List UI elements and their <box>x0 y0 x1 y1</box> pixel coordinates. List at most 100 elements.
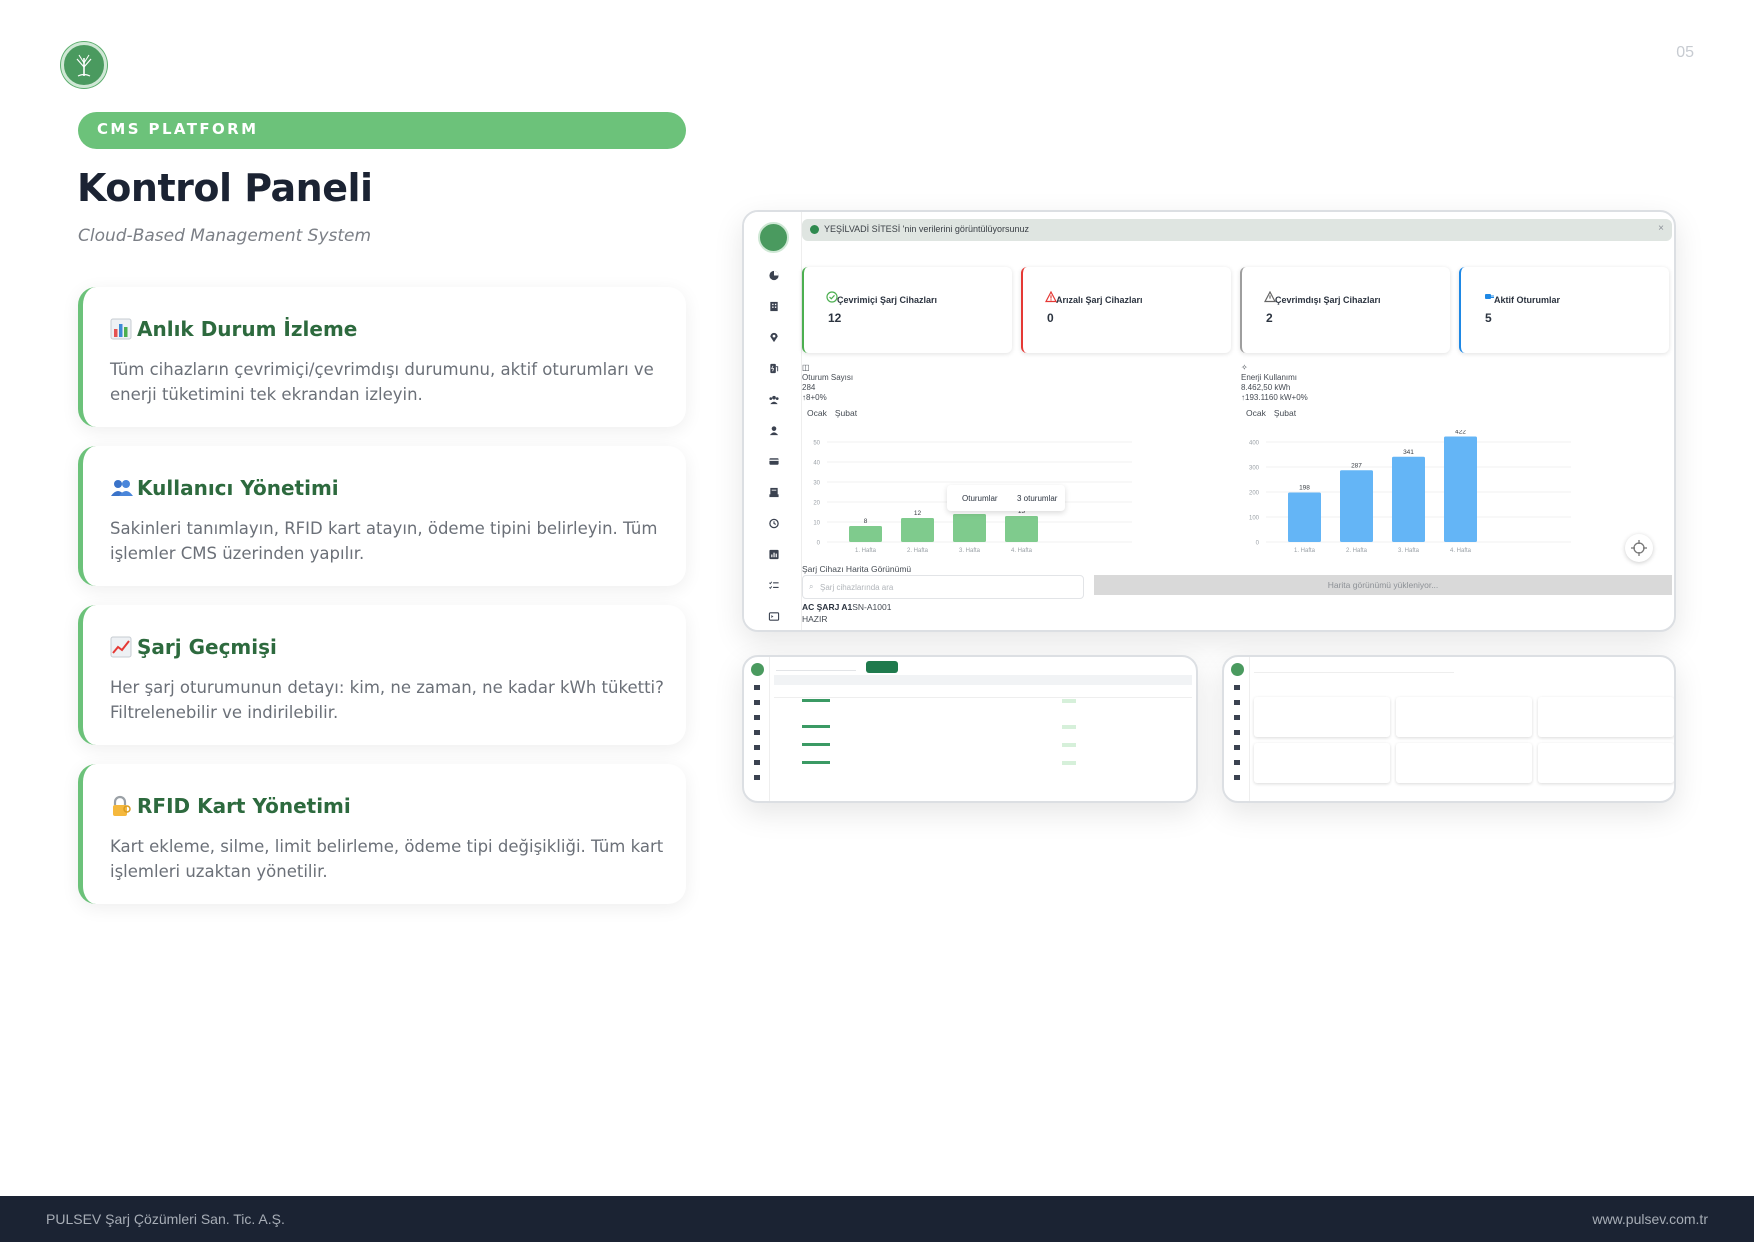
status-badge <box>1062 761 1076 765</box>
chart-tooltip: Oturumlar 3 oturumlar <box>947 485 1065 511</box>
feature-description: Kart ekleme, silme, limit belirleme, öde… <box>110 837 664 881</box>
map-search-input[interactable]: ⌕ Şarj cihazlarında ara <box>802 575 1084 599</box>
credit-card-icon[interactable] <box>768 456 780 467</box>
dashboard-sidebar <box>744 212 802 630</box>
energy-bar-chart: 0 100 200 300 400 198 1. Hafta 287 2. Hafta 341 3.… <box>1249 430 1571 554</box>
tooltip-value: 3 oturumlar <box>1017 494 1058 503</box>
map-section-title: Şarj Cihazı Harita Görünümü <box>802 564 912 574</box>
energy-summary: ✧ Enerji Kullanımı 8.462,50 kWh ↑193.116… <box>1241 363 1308 403</box>
add-user-button[interactable] <box>866 661 898 673</box>
bolt-icon: ✧ <box>1241 363 1248 372</box>
bar-value-label: 198 <box>1299 485 1310 492</box>
users-icon <box>110 477 133 499</box>
report-card[interactable] <box>1396 697 1532 737</box>
search-icon: ⌕ <box>809 582 814 591</box>
table-cell <box>802 699 830 702</box>
bar-value-label: 422 <box>1455 430 1466 436</box>
stat-card-online[interactable]: Çevrimiçi Şarj Cihazları 12 <box>802 267 1012 353</box>
bar[interactable] <box>1340 470 1373 542</box>
feature-title: Anlık Durum İzleme <box>137 317 358 341</box>
bar-value-label: 287 <box>1351 462 1362 469</box>
tab-subat[interactable]: Şubat <box>835 408 857 418</box>
station-serial: SN-A1001 <box>852 602 892 612</box>
report-card[interactable] <box>1396 743 1532 783</box>
stat-card-faulty[interactable]: Arızalı Şarj Cihazları 0 <box>1021 267 1231 353</box>
sessions-summary: ◫ Oturum Sayısı 284 ↑8+0% <box>802 363 853 403</box>
tab-ocak[interactable]: Ocak <box>807 408 827 418</box>
tooltip-label: Oturumlar <box>962 494 998 503</box>
stat-value: 0 <box>1047 311 1054 325</box>
charger-icon[interactable] <box>768 363 780 374</box>
receipt-icon[interactable] <box>768 487 780 498</box>
location-pin-icon[interactable] <box>768 332 780 343</box>
stat-value: 5 <box>1485 311 1492 325</box>
terminal-icon[interactable] <box>768 611 780 622</box>
feature-title: Kullanıcı Yönetimi <box>137 476 339 500</box>
sessions-change: 8+0% <box>806 393 827 402</box>
feature-title: Şarj Geçmişi <box>137 635 277 659</box>
nav-icon <box>754 745 760 750</box>
sessions-month-tabs: Ocak Şubat <box>807 408 865 418</box>
bar[interactable] <box>849 526 882 542</box>
y-tick-label: 50 <box>813 441 820 447</box>
analytics-icon[interactable] <box>768 549 780 560</box>
group-icon[interactable] <box>768 394 780 405</box>
website-link[interactable]: www.pulsev.com.tr <box>1592 1211 1708 1227</box>
building-icon[interactable] <box>768 301 780 312</box>
page-number: 05 <box>1676 44 1694 61</box>
close-icon[interactable]: × <box>1658 223 1664 234</box>
tab-ocak[interactable]: Ocak <box>1246 408 1266 418</box>
energy-value: 8.462,50 kWh <box>1241 383 1291 392</box>
stat-label: Arızalı Şarj Cihazları <box>1056 295 1143 305</box>
tree-icon <box>76 54 92 77</box>
company-name: PULSEV Şarj Çözümleri San. Tic. A.Ş. <box>46 1211 285 1227</box>
feature-description: Her şarj oturumunun detayı: kim, ne zama… <box>110 678 664 722</box>
y-tick-label: 10 <box>813 521 820 527</box>
bar[interactable] <box>1005 516 1038 542</box>
nav-icon <box>754 730 760 735</box>
report-tabs[interactable] <box>1254 661 1454 673</box>
station-row[interactable]: AC ŞARJ A1SN-A1001 <box>802 602 891 612</box>
bar[interactable] <box>953 514 986 542</box>
report-card[interactable] <box>1254 743 1390 783</box>
bar[interactable] <box>1392 456 1425 542</box>
locate-button[interactable] <box>1625 534 1653 562</box>
nav-icon <box>1234 715 1240 720</box>
y-tick-label: 20 <box>813 501 820 507</box>
report-card[interactable] <box>1254 697 1390 737</box>
sessions-label: Oturum Sayısı <box>802 373 854 382</box>
table-cell <box>802 725 830 728</box>
bar-chart-icon <box>110 318 132 340</box>
report-card[interactable] <box>1538 743 1674 783</box>
user-icon[interactable] <box>768 425 780 436</box>
energy-label: Enerji Kullanımı <box>1241 373 1298 382</box>
history-icon[interactable] <box>768 518 780 529</box>
y-tick-label: 0 <box>817 541 821 547</box>
bar[interactable] <box>901 518 934 542</box>
feature-title: RFID Kart Yönetimi <box>137 794 351 818</box>
pie-chart-icon[interactable] <box>768 270 780 281</box>
nav-icon <box>1234 685 1240 690</box>
users-search-input[interactable] <box>776 665 856 671</box>
stat-card-sessions[interactable]: Aktif Oturumlar 5 <box>1459 267 1669 353</box>
nav-icon <box>1234 700 1240 705</box>
banner-text: YEŞİLVADİ SİTESİ 'nin verilerini görüntü… <box>824 224 1029 234</box>
status-badge <box>1062 699 1076 703</box>
table-header <box>774 675 1192 685</box>
y-tick-label: 100 <box>1249 516 1260 522</box>
x-tick-label: 1. Hafta <box>1294 548 1316 554</box>
report-card[interactable] <box>1538 697 1674 737</box>
status-badge <box>1062 743 1076 747</box>
tab-subat[interactable]: Şubat <box>1274 408 1296 418</box>
nav-icon <box>1234 745 1240 750</box>
stat-card-offline[interactable]: Çevrimdışı Şarj Cihazları 2 <box>1240 267 1450 353</box>
table-row[interactable] <box>774 697 1192 698</box>
bar[interactable] <box>1444 436 1477 543</box>
energy-change: 193.1160 kW+0% <box>1245 393 1308 402</box>
nav-icon <box>754 775 760 780</box>
reports-screenshot <box>1222 655 1676 803</box>
y-tick-label: 40 <box>813 461 820 467</box>
bar[interactable] <box>1288 492 1321 543</box>
site-banner: YEŞİLVADİ SİTESİ 'nin verilerini görüntü… <box>802 219 1672 241</box>
checklist-icon[interactable] <box>768 580 780 591</box>
